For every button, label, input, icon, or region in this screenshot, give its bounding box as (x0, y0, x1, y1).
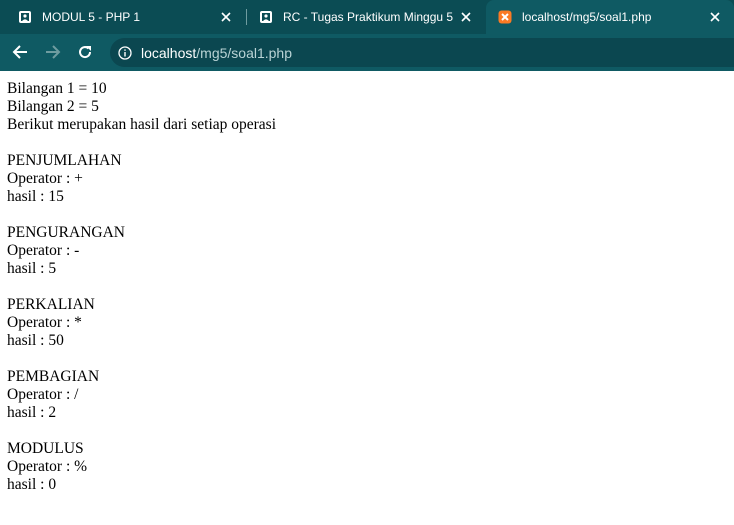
close-tab-icon[interactable] (217, 8, 235, 26)
operation-operator: Operator : * (7, 314, 82, 331)
tab-strip: MODUL 5 - PHP 1 RC - Tugas Praktikum Min… (0, 0, 734, 34)
operation-name: PEMBAGIAN (7, 368, 100, 385)
info-icon[interactable] (118, 45, 132, 60)
page-icon (260, 11, 272, 23)
operation-result: hasil : 50 (7, 332, 64, 349)
operation-operator: Operator : % (7, 458, 88, 475)
address-bar[interactable]: localhost/mg5/soal1.php (110, 38, 734, 67)
bilangan-1: Bilangan 1 = 10 (7, 80, 107, 97)
bilangan-2: Bilangan 2 = 5 (7, 98, 99, 115)
arrow-right-icon (46, 45, 61, 59)
address-host: localhost (141, 44, 197, 61)
operation-name: PENJUMLAHAN (7, 152, 122, 169)
browser-chrome: MODUL 5 - PHP 1 RC - Tugas Praktikum Min… (0, 0, 734, 71)
intro-text: Berikut merupakan hasil dari setiap oper… (7, 116, 277, 133)
operation-name: MODULUS (7, 440, 84, 457)
close-tab-icon[interactable] (706, 8, 724, 26)
operation-operator: Operator : / (7, 386, 79, 403)
arrow-left-icon (12, 45, 27, 59)
tab-rc-tugas[interactable]: RC - Tugas Praktikum Minggu 5 (247, 0, 485, 34)
address-url: localhost/mg5/soal1.php (141, 45, 292, 61)
browser-toolbar: localhost/mg5/soal1.php (0, 34, 734, 71)
tab-title: RC - Tugas Praktikum Minggu 5 (283, 10, 454, 24)
tab-title: MODUL 5 - PHP 1 (42, 10, 141, 24)
forward-button[interactable] (42, 41, 64, 63)
back-button[interactable] (9, 41, 31, 63)
reload-icon (79, 46, 92, 59)
xampp-icon (498, 10, 512, 24)
operation-result: hasil : 0 (7, 476, 57, 493)
operation-name: PENGURANGAN (7, 224, 125, 241)
close-tab-icon[interactable] (457, 8, 475, 26)
tab-title: localhost/mg5/soal1.php (522, 10, 652, 24)
operation-result: hasil : 5 (7, 260, 57, 277)
operation-operator: Operator : + (7, 170, 83, 187)
page-content: Bilangan 1 = 10 Bilangan 2 = 5 Berikut m… (0, 71, 734, 503)
address-path: /mg5/soal1.php (196, 44, 292, 61)
operation-operator: Operator : - (7, 242, 80, 259)
operation-result: hasil : 15 (7, 188, 64, 205)
reload-button[interactable] (74, 41, 96, 63)
operation-result: hasil : 2 (7, 404, 57, 421)
operation-name: PERKALIAN (7, 296, 95, 313)
tab-localhost-soal1[interactable]: localhost/mg5/soal1.php (486, 0, 734, 34)
tab-modul-5[interactable]: MODUL 5 - PHP 1 (0, 0, 245, 34)
page-icon (19, 11, 31, 23)
